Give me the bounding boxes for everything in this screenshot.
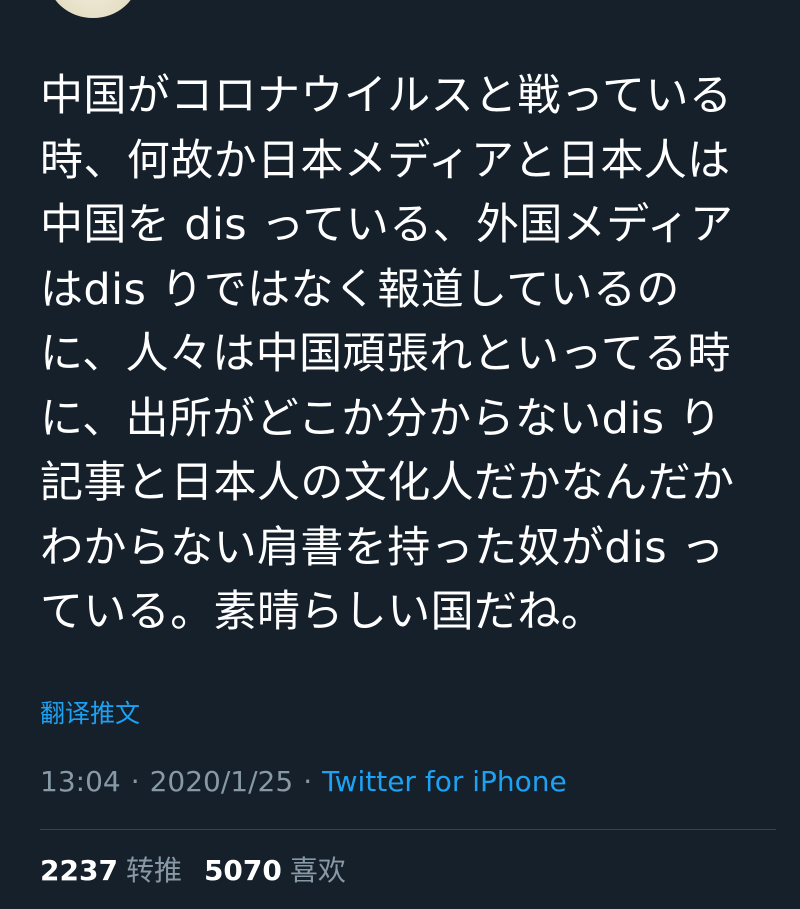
tweet-time: 13:04 xyxy=(40,765,121,798)
avatar[interactable] xyxy=(48,0,138,18)
tweet-date: 2020/1/25 xyxy=(149,765,294,798)
tweet-text-line: はdis りではなく報道しているの xyxy=(40,264,680,315)
tweet-text-line: に、人々は中国頑張れといってる時 xyxy=(40,329,731,379)
tweet-stats: 2237 转推 5070 喜欢 xyxy=(40,851,346,891)
tweet-text-line: 時、何故か日本メディアと日本人は xyxy=(40,135,731,186)
likes-stat[interactable]: 5070 喜欢 xyxy=(204,854,346,887)
translate-tweet-link[interactable]: 翻译推文 xyxy=(40,696,140,732)
tweet-meta: 13:04 · 2020/1/25 · Twitter for iPhone xyxy=(40,762,567,802)
meta-separator: · xyxy=(130,765,140,798)
retweets-stat[interactable]: 2237 转推 xyxy=(40,854,182,887)
retweets-count: 2237 xyxy=(40,854,118,887)
tweet-text: 中国がコロナウイルスと戦っている 時、何故か日本メディアと日本人は 中国を di… xyxy=(40,64,780,645)
retweets-label: 转推 xyxy=(125,854,182,887)
tweet-text-line: 中国を dis っている、外国メディア xyxy=(40,200,734,250)
tweet-text-line: に、出所がどこか分からないdis り xyxy=(40,393,722,444)
divider xyxy=(40,829,776,830)
likes-label: 喜欢 xyxy=(289,854,346,887)
likes-count: 5070 xyxy=(203,854,282,887)
meta-separator: · xyxy=(303,765,313,798)
tweet-text-line: 記事と日本人の文化人だかなんだか xyxy=(40,458,735,508)
tweet-text-line: わからない肩書を持った奴がdis っ xyxy=(40,522,725,573)
tweet-source-link[interactable]: Twitter for iPhone xyxy=(322,765,567,798)
tweet-text-line: 中国がコロナウイルスと戦っている xyxy=(40,71,733,121)
tweet-text-line: ている。素晴らしい国だね。 xyxy=(40,587,605,637)
